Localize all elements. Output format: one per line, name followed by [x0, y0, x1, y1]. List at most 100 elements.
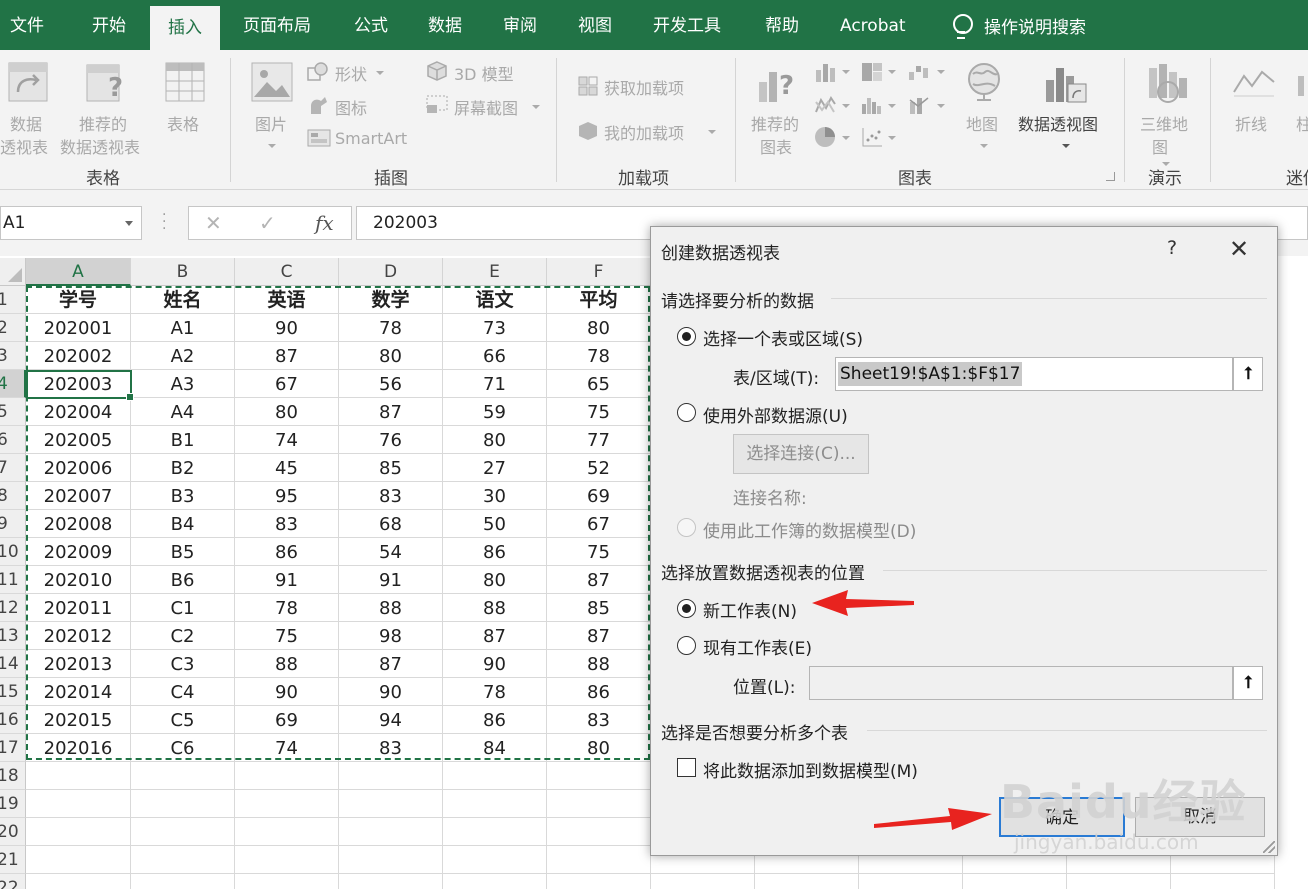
table-cell[interactable] — [131, 874, 235, 889]
add-to-data-model-label[interactable]: 将此数据添加到数据模型(M) — [703, 757, 918, 782]
table-cell[interactable]: 90 — [235, 314, 339, 342]
table-cell[interactable] — [443, 762, 547, 790]
table-cell[interactable]: 86 — [443, 706, 547, 734]
table-cell[interactable] — [1171, 874, 1275, 889]
table-cell[interactable] — [547, 762, 651, 790]
cancel-icon[interactable]: ✕ — [205, 211, 222, 235]
table-cell[interactable]: C2 — [131, 622, 235, 650]
table-cell[interactable]: A1 — [131, 314, 235, 342]
row-header[interactable]: 22 — [0, 874, 26, 889]
table-cell[interactable]: 85 — [339, 454, 443, 482]
table-cell[interactable]: 80 — [547, 314, 651, 342]
table-cell[interactable]: B3 — [131, 482, 235, 510]
table-cell[interactable]: 75 — [547, 398, 651, 426]
recommended-charts-label-2[interactable]: 图表 — [760, 134, 792, 158]
tab-acrobat[interactable]: Acrobat — [840, 0, 906, 50]
row-header[interactable]: 17 — [0, 734, 26, 762]
table-cell[interactable]: 90 — [235, 678, 339, 706]
table-cell[interactable]: 65 — [547, 370, 651, 398]
table-cell[interactable]: 87 — [443, 622, 547, 650]
collapse-range-icon[interactable]: ⭡ — [1233, 357, 1263, 391]
tab-data[interactable]: 数据 — [428, 0, 462, 50]
table-cell[interactable]: 87 — [547, 566, 651, 594]
table-cell[interactable]: 78 — [339, 314, 443, 342]
get-addins-label[interactable]: 获取加载项 — [604, 75, 684, 99]
table-cell[interactable]: 78 — [443, 678, 547, 706]
table-cell[interactable]: 78 — [547, 342, 651, 370]
table-cell[interactable]: C6 — [131, 734, 235, 762]
table-cell[interactable]: 202012 — [26, 622, 131, 650]
table-cell[interactable]: B4 — [131, 510, 235, 538]
insert-function-icon[interactable]: fx — [315, 211, 334, 235]
row-header[interactable]: 15 — [0, 678, 26, 706]
header-cell[interactable]: 学号 — [26, 286, 131, 314]
row-header[interactable]: 5 — [0, 398, 26, 426]
row-header[interactable]: 9 — [0, 510, 26, 538]
table-cell[interactable] — [547, 818, 651, 846]
table-cell[interactable]: 86 — [443, 538, 547, 566]
tab-home[interactable]: 开始 — [92, 0, 126, 50]
table-cell[interactable] — [339, 790, 443, 818]
table-cell[interactable]: 30 — [443, 482, 547, 510]
table-cell[interactable]: 87 — [339, 398, 443, 426]
table-cell[interactable]: 52 — [547, 454, 651, 482]
sparkline-line-label[interactable]: 折线 — [1235, 111, 1267, 135]
table-cell[interactable]: 67 — [547, 510, 651, 538]
tell-me-search[interactable]: 操作说明搜索 — [952, 0, 1086, 50]
table-cell[interactable]: 202006 — [26, 454, 131, 482]
table-cell[interactable]: A2 — [131, 342, 235, 370]
table-cell[interactable]: 202007 — [26, 482, 131, 510]
table-cell[interactable] — [547, 874, 651, 889]
table-cell[interactable]: 80 — [547, 734, 651, 762]
table-cell[interactable]: 202013 — [26, 650, 131, 678]
table-cell[interactable]: 87 — [339, 650, 443, 678]
icons-label[interactable]: 图标 — [335, 95, 367, 119]
table-cell[interactable] — [235, 762, 339, 790]
table-cell[interactable] — [755, 874, 859, 889]
table-cell[interactable] — [443, 790, 547, 818]
table-cell[interactable] — [339, 762, 443, 790]
pivot-table-label-2[interactable]: 透视表 — [0, 134, 48, 158]
column-header[interactable]: E — [443, 258, 547, 286]
table-cell[interactable] — [26, 790, 131, 818]
row-header[interactable]: 2 — [0, 314, 26, 342]
table-cell[interactable]: 90 — [339, 678, 443, 706]
radio-data-model[interactable] — [677, 518, 696, 537]
table-cell[interactable] — [339, 874, 443, 889]
table-cell[interactable]: 86 — [547, 678, 651, 706]
table-cell[interactable]: 202001 — [26, 314, 131, 342]
header-cell[interactable]: 语文 — [443, 286, 547, 314]
table-cell[interactable]: 95 — [235, 482, 339, 510]
resize-grip-icon[interactable] — [1263, 841, 1275, 853]
table-cell[interactable]: 84 — [443, 734, 547, 762]
table-cell[interactable]: 91 — [339, 566, 443, 594]
table-cell[interactable]: B2 — [131, 454, 235, 482]
table-cell[interactable]: 91 — [235, 566, 339, 594]
add-to-data-model-checkbox[interactable] — [677, 758, 696, 777]
smartart-label[interactable]: SmartArt — [335, 129, 407, 148]
table-cell[interactable]: 202016 — [26, 734, 131, 762]
table-cell[interactable] — [443, 874, 547, 889]
table-cell[interactable] — [131, 762, 235, 790]
option-new-worksheet-label[interactable]: 新工作表(N) — [703, 597, 797, 622]
help-icon[interactable]: ? — [1167, 237, 1177, 259]
table-cell[interactable]: 73 — [443, 314, 547, 342]
pivot-table-label-1[interactable]: 数据 — [10, 111, 42, 135]
row-header[interactable]: 20 — [0, 818, 26, 846]
table-cell[interactable]: 83 — [339, 734, 443, 762]
screenshot-label[interactable]: 屏幕截图 — [454, 95, 518, 119]
tab-insert[interactable]: 插入 — [150, 6, 220, 50]
table-cell[interactable]: A3 — [131, 370, 235, 398]
table-cell[interactable] — [651, 874, 755, 889]
row-header[interactable]: 18 — [0, 762, 26, 790]
table-cell[interactable]: 74 — [235, 426, 339, 454]
charts-dialog-launcher-icon[interactable] — [1106, 172, 1115, 181]
table-cell[interactable]: 68 — [339, 510, 443, 538]
row-header[interactable]: 16 — [0, 706, 26, 734]
tab-page-layout[interactable]: 页面布局 — [243, 0, 311, 50]
table-cell[interactable]: 83 — [339, 482, 443, 510]
radio-existing-worksheet[interactable] — [677, 636, 696, 655]
tab-developer[interactable]: 开发工具 — [653, 0, 721, 50]
row-header[interactable]: 13 — [0, 622, 26, 650]
radio-select-table[interactable] — [677, 327, 696, 346]
